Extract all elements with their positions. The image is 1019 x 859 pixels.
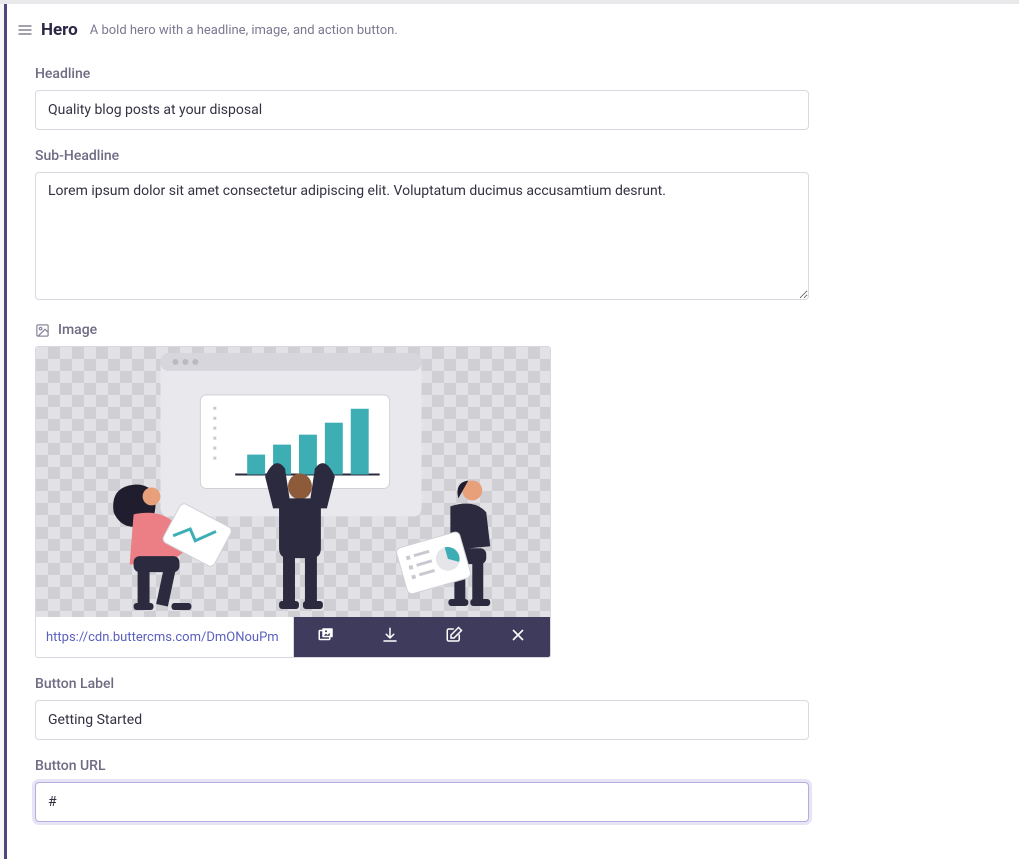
close-icon	[509, 626, 527, 648]
download-image-button[interactable]	[358, 617, 422, 657]
headline-label: Headline	[35, 66, 991, 82]
button-url-label: Button URL	[35, 758, 991, 774]
panel-header: Hero A bold hero with a headline, image,…	[7, 4, 1019, 48]
edit-icon	[445, 626, 463, 648]
button-url-input[interactable]	[35, 782, 809, 822]
download-icon	[381, 626, 399, 648]
subheadline-textarea[interactable]	[35, 172, 809, 300]
button-label-label: Button Label	[35, 676, 991, 692]
image-toolbar: https://cdn.buttercms.com/DmONouPm	[36, 617, 550, 657]
hero-section-panel: Hero A bold hero with a headline, image,…	[4, 4, 1019, 859]
image-label-text: Image	[58, 322, 97, 338]
panel-description: A bold hero with a headline, image, and …	[90, 23, 398, 38]
subheadline-group: Sub-Headline	[35, 148, 991, 304]
image-label: Image	[35, 322, 991, 338]
drag-handle-icon[interactable]	[17, 22, 33, 38]
headline-input[interactable]	[35, 90, 809, 130]
image-group: Image	[35, 322, 991, 658]
image-icon	[35, 323, 50, 338]
illustration	[36, 347, 550, 616]
image-actions	[294, 617, 550, 657]
button-url-group: Button URL	[35, 758, 991, 822]
form-area: Headline Sub-Headline Image	[7, 66, 1019, 822]
panel-title: Hero	[41, 20, 78, 40]
image-widget: https://cdn.buttercms.com/DmONouPm	[35, 346, 551, 658]
button-label-input[interactable]	[35, 700, 809, 740]
headline-group: Headline	[35, 66, 991, 130]
image-preview[interactable]	[36, 347, 550, 617]
replace-image-icon	[317, 626, 335, 648]
replace-image-button[interactable]	[294, 617, 358, 657]
subheadline-label: Sub-Headline	[35, 148, 991, 164]
edit-image-button[interactable]	[422, 617, 486, 657]
remove-image-button[interactable]	[486, 617, 550, 657]
button-label-group: Button Label	[35, 676, 991, 740]
image-url-link[interactable]: https://cdn.buttercms.com/DmONouPm	[36, 617, 294, 657]
